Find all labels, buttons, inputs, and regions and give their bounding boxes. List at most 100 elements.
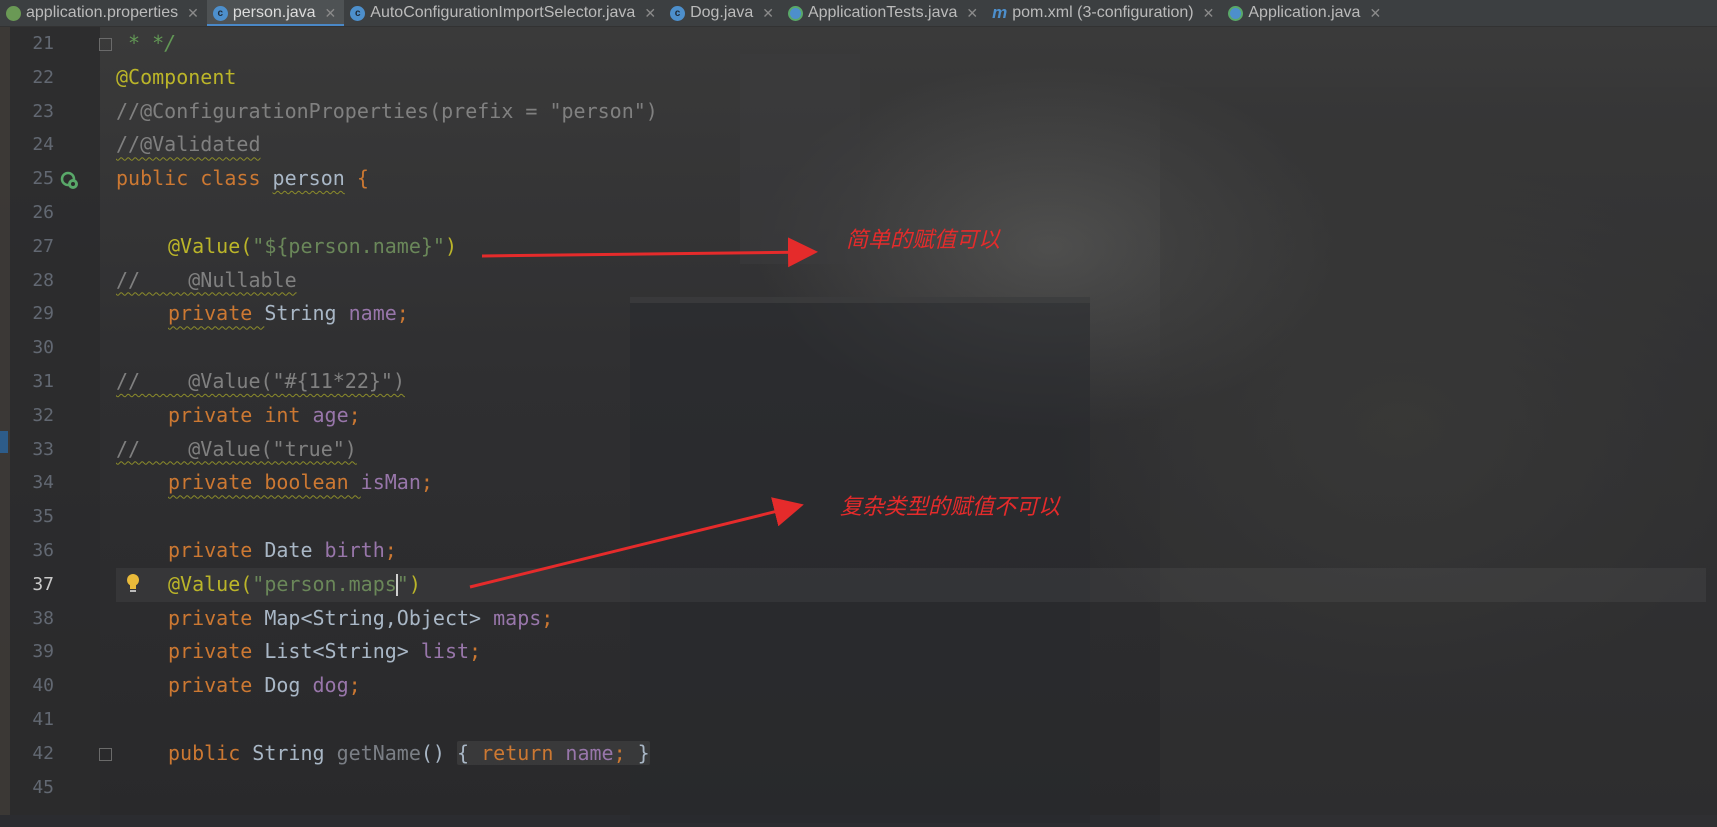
line-number: 27 bbox=[32, 235, 54, 257]
code-line-22[interactable]: @Component bbox=[116, 61, 1706, 95]
line-number: 40 bbox=[32, 675, 54, 697]
keyword: private bbox=[168, 301, 265, 326]
fold-marker-icon[interactable] bbox=[99, 38, 112, 51]
code-line-41[interactable] bbox=[116, 703, 1706, 737]
folded-method-body[interactable]: { return name; } bbox=[457, 740, 650, 765]
line-number: 31 bbox=[32, 370, 54, 392]
type: String bbox=[264, 301, 349, 326]
tab-person-java[interactable]: c person.java ✕ bbox=[206, 0, 345, 26]
code-line-24[interactable]: //@Validated bbox=[116, 128, 1706, 162]
code-line-39[interactable]: private List<String> list; bbox=[116, 635, 1706, 669]
close-icon[interactable]: ✕ bbox=[325, 5, 337, 22]
line-comment: //@Validated bbox=[116, 132, 261, 157]
semicolon: ; bbox=[541, 605, 554, 630]
line-number: 26 bbox=[32, 201, 54, 223]
line-number: 29 bbox=[32, 303, 54, 325]
spring-bean-icon[interactable] bbox=[60, 171, 80, 191]
keyword: return bbox=[481, 740, 566, 765]
close-icon[interactable]: ✕ bbox=[1369, 5, 1381, 22]
semicolon: ; bbox=[384, 537, 397, 562]
string-literal: " bbox=[396, 571, 409, 596]
close-icon[interactable]: ✕ bbox=[187, 5, 199, 22]
fold-marker-icon[interactable] bbox=[99, 748, 112, 761]
code-line-30[interactable] bbox=[116, 331, 1706, 365]
side-strip bbox=[0, 27, 10, 815]
tab-application-properties[interactable]: application.properties ✕ bbox=[0, 0, 207, 26]
code-line-32[interactable]: private int age; bbox=[116, 399, 1706, 433]
tab-label: Application.java bbox=[1248, 4, 1361, 21]
code-line-28[interactable]: // @Nullable bbox=[116, 264, 1706, 298]
paren: ) bbox=[444, 233, 457, 258]
code-line-42[interactable]: public String getName() { return name; } bbox=[116, 737, 1706, 771]
line-number: 41 bbox=[32, 708, 54, 730]
doc-comment: * */ bbox=[116, 31, 177, 55]
close-icon[interactable]: ✕ bbox=[644, 5, 656, 22]
java-class-icon: c bbox=[670, 5, 686, 21]
line-number: 45 bbox=[32, 776, 54, 798]
line-number: 38 bbox=[32, 607, 54, 629]
string-literal: "${person.name}" bbox=[252, 233, 445, 258]
annotation: @Value( bbox=[168, 233, 253, 258]
code-line-31[interactable]: // @Value("#{11*22}") bbox=[116, 365, 1706, 399]
tab-dog-java[interactable]: c Dog.java ✕ bbox=[664, 0, 782, 26]
code-line-38[interactable]: private Map<String,Object> maps; bbox=[116, 602, 1706, 636]
string-literal: "person.maps bbox=[252, 571, 397, 596]
code-line-45[interactable] bbox=[116, 771, 1706, 805]
tab-pom-xml[interactable]: m pom.xml (3-configuration) ✕ bbox=[986, 0, 1222, 26]
close-icon[interactable]: ✕ bbox=[1203, 5, 1215, 22]
line-number: 23 bbox=[32, 100, 54, 122]
line-number: 24 bbox=[32, 134, 54, 156]
tab-applicationtests-java[interactable]: ApplicationTests.java ✕ bbox=[782, 0, 986, 26]
tab-application-java[interactable]: Application.java ✕ bbox=[1222, 0, 1389, 26]
code-line-29[interactable]: private String name; bbox=[116, 297, 1706, 331]
paren: ) bbox=[408, 571, 421, 596]
keyword: private bbox=[168, 673, 265, 698]
line-number-current: 37 bbox=[32, 573, 54, 595]
semicolon: ; bbox=[348, 673, 361, 698]
field-name: isMan bbox=[360, 470, 421, 495]
close-icon[interactable]: ✕ bbox=[966, 5, 978, 22]
change-marker bbox=[0, 431, 8, 453]
line-comment: // @Nullable bbox=[116, 267, 297, 292]
field-name: age bbox=[312, 402, 349, 427]
code-editor[interactable]: * */ @Component //@ConfigurationProperti… bbox=[116, 27, 1706, 804]
annotation: @Component bbox=[116, 64, 237, 89]
editor-tab-bar: application.properties ✕ c person.java ✕… bbox=[0, 0, 1717, 27]
line-number: 22 bbox=[32, 66, 54, 88]
field-name: list bbox=[420, 639, 470, 664]
code-line-37[interactable]: @Value("person.maps") bbox=[116, 567, 1706, 602]
parens: () bbox=[420, 740, 458, 765]
code-line-36[interactable]: private Date birth; bbox=[116, 534, 1706, 568]
code-line-25[interactable]: public class person { bbox=[116, 162, 1706, 196]
tab-label: ApplicationTests.java bbox=[807, 4, 958, 21]
code-line-23[interactable]: //@ConfigurationProperties(prefix = "per… bbox=[116, 95, 1706, 129]
annotation-complex-note: 复杂类型的赋值不可以 bbox=[840, 495, 1061, 520]
line-number: 33 bbox=[32, 438, 54, 460]
field-name: name bbox=[348, 301, 397, 326]
properties-file-icon bbox=[6, 5, 21, 21]
field-name: birth bbox=[324, 537, 385, 562]
keyword: private boolean bbox=[168, 470, 361, 495]
code-line-21[interactable]: * */ bbox=[116, 27, 1706, 61]
code-line-33[interactable]: // @Value("true") bbox=[116, 433, 1706, 467]
tab-autoconfigurationimportselector[interactable]: c AutoConfigurationImportSelector.java ✕ bbox=[344, 0, 664, 26]
line-number: 39 bbox=[32, 641, 54, 663]
tab-label: AutoConfigurationImportSelector.java bbox=[370, 4, 636, 21]
line-number-gutter: 21 22 23 24 25 26 27 28 29 30 31 32 33 3… bbox=[10, 27, 80, 804]
line-comment: //@ConfigurationProperties(prefix = "per… bbox=[116, 98, 658, 123]
keyword: public bbox=[168, 740, 253, 765]
close-icon[interactable]: ✕ bbox=[762, 5, 774, 22]
line-number: 35 bbox=[32, 506, 54, 528]
brace: } bbox=[637, 740, 650, 765]
line-comment: // @Value("true") bbox=[116, 436, 357, 461]
java-test-class-icon bbox=[787, 5, 803, 21]
tab-label: person.java bbox=[232, 4, 316, 21]
line-number: 32 bbox=[32, 404, 54, 426]
code-line-40[interactable]: private Dog dog; bbox=[116, 669, 1706, 703]
keyword: private bbox=[168, 639, 265, 664]
type: List<String> bbox=[264, 639, 421, 664]
tab-label: pom.xml (3-configuration) bbox=[1012, 4, 1194, 21]
line-number: 28 bbox=[32, 269, 54, 291]
line-number: 36 bbox=[32, 539, 54, 561]
semicolon: ; bbox=[396, 301, 409, 326]
